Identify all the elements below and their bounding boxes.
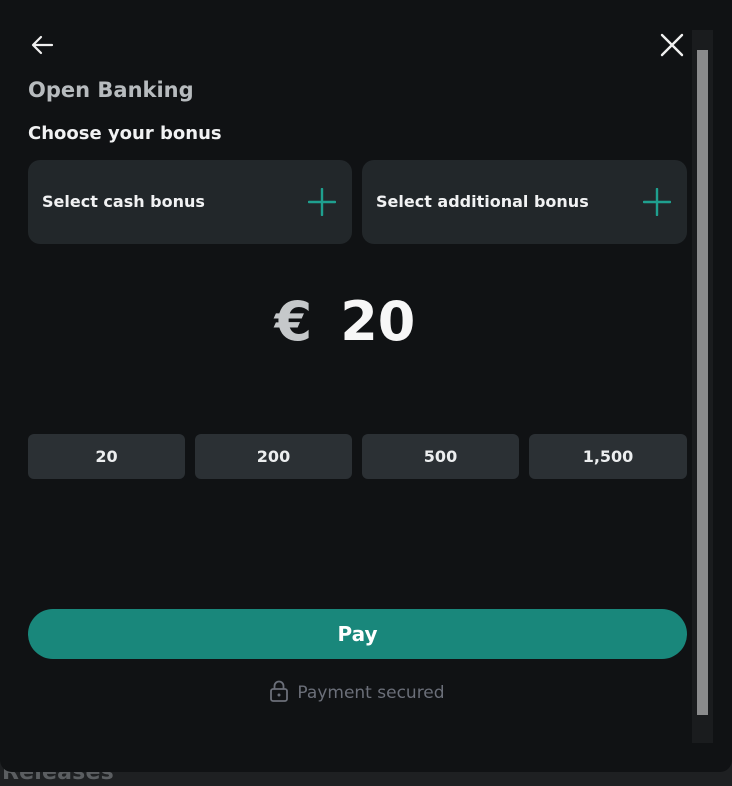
quick-amount-20[interactable]: 20 <box>28 434 185 479</box>
select-cash-bonus-button[interactable]: Select cash bonus <box>28 160 352 244</box>
page-title: Open Banking <box>28 78 194 102</box>
quick-amount-200[interactable]: 200 <box>195 434 352 479</box>
lock-icon <box>270 680 289 702</box>
additional-bonus-label: Select additional bonus <box>376 192 589 211</box>
amount-value: 20 <box>340 290 416 353</box>
payment-secured-notice: Payment secured <box>0 680 714 703</box>
plus-icon <box>643 188 671 216</box>
select-additional-bonus-button[interactable]: Select additional bonus <box>362 160 687 244</box>
bonus-heading: Choose your bonus <box>28 123 222 144</box>
arrow-left-icon <box>31 35 54 55</box>
close-icon <box>660 33 684 57</box>
pay-button[interactable]: Pay <box>28 609 687 659</box>
currency-symbol: € <box>274 290 313 353</box>
plus-icon <box>308 188 336 216</box>
scrollbar-thumb[interactable] <box>697 50 708 715</box>
payment-secured-text: Payment secured <box>297 683 445 703</box>
amount-display[interactable]: €20 <box>0 290 690 353</box>
scrollbar[interactable] <box>692 30 713 743</box>
quick-amount-500[interactable]: 500 <box>362 434 519 479</box>
back-button[interactable] <box>30 32 56 58</box>
quick-amount-1500[interactable]: 1,500 <box>529 434 687 479</box>
payment-modal: Open Banking Choose your bonus Select ca… <box>0 0 732 772</box>
close-button[interactable] <box>658 31 686 59</box>
cash-bonus-label: Select cash bonus <box>42 192 205 211</box>
